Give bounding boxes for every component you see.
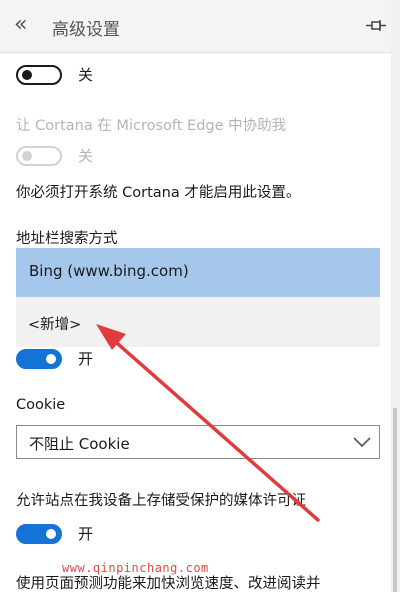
- search-option-label: Bing (www.bing.com): [29, 262, 189, 280]
- cortana-state: 关: [78, 147, 94, 165]
- toggle-2-state: 开: [78, 350, 94, 368]
- panel-header: « 高级设置: [0, 0, 391, 53]
- pin-icon[interactable]: [366, 19, 386, 33]
- chevron-down-icon: [353, 437, 371, 448]
- page-title: 高级设置: [52, 20, 120, 40]
- search-option-bing[interactable]: Bing (www.bing.com): [16, 248, 380, 297]
- search-option-label: <新增>: [28, 317, 82, 333]
- back-icon[interactable]: «: [14, 14, 36, 36]
- toggle-knob: [22, 70, 32, 80]
- prediction-text: 使用页面预测功能来加快浏览速度、改进阅读并: [16, 576, 321, 592]
- search-option-new[interactable]: <新增>: [16, 297, 380, 347]
- media-license-state: 开: [78, 525, 94, 543]
- cookie-select-value: 不阻止 Cookie: [29, 435, 130, 453]
- toggle-switch-2[interactable]: [16, 349, 62, 369]
- cortana-label: 让 Cortana 在 Microsoft Edge 中协助我: [16, 118, 287, 134]
- watermark: www.qinpinchang.com: [62, 561, 209, 575]
- toggle-switch-1[interactable]: [16, 65, 62, 85]
- settings-panel: « 高级设置 关 让 Cortana 在 Microsoft Edge 中协助我…: [0, 0, 391, 592]
- media-license-label: 允许站点在我设备上存储受保护的媒体许可证: [16, 493, 306, 509]
- scrollbar-thumb[interactable]: [393, 408, 397, 592]
- cookie-select[interactable]: 不阻止 Cookie: [16, 425, 380, 459]
- media-license-toggle[interactable]: [16, 524, 62, 544]
- toggle-knob: [46, 354, 56, 364]
- cookie-label: Cookie: [16, 397, 66, 413]
- address-search-label: 地址栏搜索方式: [16, 231, 118, 247]
- cortana-toggle: [16, 146, 62, 166]
- toggle-knob: [46, 529, 56, 539]
- toggle-knob: [22, 151, 32, 161]
- cortana-note: 你必须打开系统 Cortana 才能启用此设置。: [16, 185, 301, 201]
- toggle-1-state: 关: [78, 66, 94, 84]
